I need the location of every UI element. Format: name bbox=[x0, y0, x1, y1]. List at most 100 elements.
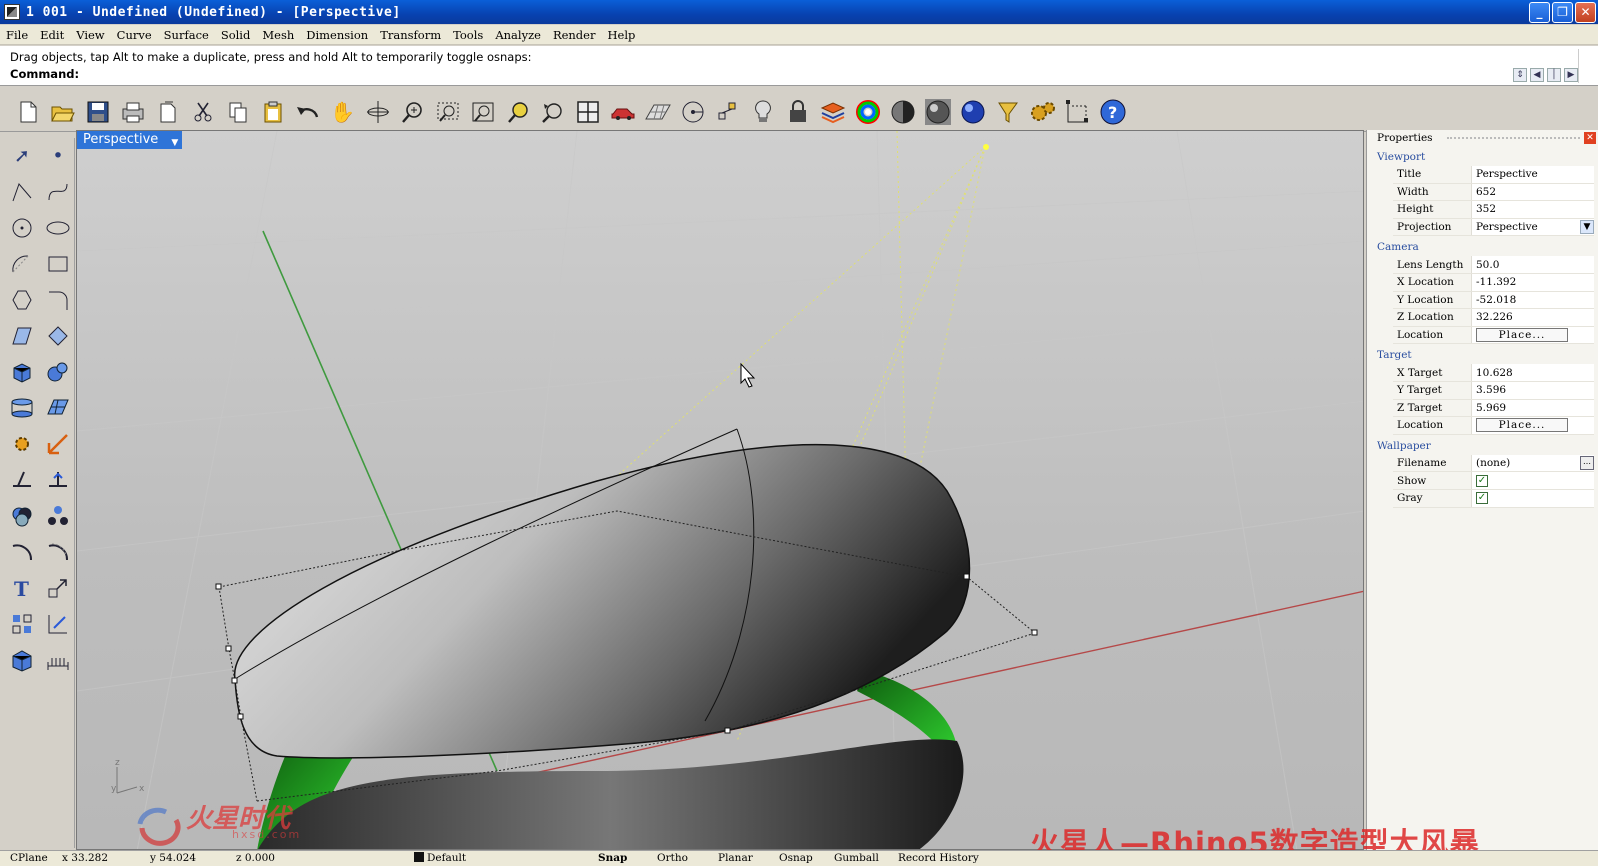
solid-box-icon[interactable] bbox=[4, 642, 40, 678]
menu-analyze[interactable]: Analyze bbox=[495, 28, 541, 42]
mesh-plane-icon[interactable] bbox=[40, 390, 76, 426]
offset-curve-icon[interactable] bbox=[4, 534, 40, 570]
viewport-canvas[interactable]: y z x bbox=[77, 131, 1364, 850]
command-scroll-icon[interactable]: │ bbox=[1547, 68, 1561, 82]
projection-select[interactable]: Perspective ▼ bbox=[1471, 218, 1594, 236]
zoom-extents-icon[interactable] bbox=[465, 95, 500, 129]
copy-icon[interactable] bbox=[220, 95, 255, 129]
blend-curve-icon[interactable] bbox=[40, 534, 76, 570]
prop-value-x-location[interactable]: -11.392 bbox=[1471, 273, 1594, 291]
light-point[interactable] bbox=[983, 144, 989, 150]
toggle-osnap[interactable]: Osnap bbox=[779, 852, 813, 864]
browse-button[interactable]: … bbox=[1580, 456, 1594, 471]
circles-array-icon[interactable] bbox=[40, 498, 76, 534]
chevron-down-icon[interactable]: ▼ bbox=[1580, 220, 1594, 235]
menu-tools[interactable]: Tools bbox=[453, 28, 483, 42]
menu-solid[interactable]: Solid bbox=[221, 28, 251, 42]
box-icon[interactable] bbox=[4, 354, 40, 390]
open-icon[interactable] bbox=[45, 95, 80, 129]
menu-view[interactable]: View bbox=[76, 28, 104, 42]
scale-icon[interactable] bbox=[40, 570, 76, 606]
spheres-icon[interactable] bbox=[40, 354, 76, 390]
print-icon[interactable] bbox=[115, 95, 150, 129]
extend-icon[interactable] bbox=[40, 426, 76, 462]
new-icon[interactable] bbox=[10, 95, 45, 129]
properties-close-icon[interactable]: ✕ bbox=[1584, 132, 1596, 144]
pan-icon[interactable]: ✋ bbox=[325, 95, 360, 129]
status-cplane[interactable]: CPlane bbox=[10, 852, 48, 864]
arc-icon[interactable] bbox=[4, 246, 40, 282]
rhino-app-icon[interactable] bbox=[4, 4, 20, 20]
render-sphere-icon[interactable] bbox=[920, 95, 955, 129]
blue-sphere-icon[interactable] bbox=[955, 95, 990, 129]
transform-icon[interactable] bbox=[40, 606, 76, 642]
prop-value-lens-length[interactable]: 50.0 bbox=[1471, 256, 1594, 273]
explode-icon[interactable] bbox=[4, 426, 40, 462]
target-place-button[interactable]: Place... bbox=[1476, 418, 1568, 433]
grid-icon[interactable] bbox=[640, 95, 675, 129]
toggle-ortho[interactable]: Ortho bbox=[657, 852, 688, 864]
dimension-icon[interactable] bbox=[1060, 95, 1095, 129]
command-next-icon[interactable]: ▶ bbox=[1564, 68, 1578, 82]
split-icon[interactable] bbox=[40, 462, 76, 498]
lock-icon[interactable] bbox=[780, 95, 815, 129]
paste-icon[interactable] bbox=[255, 95, 290, 129]
section-viewport[interactable]: Viewport bbox=[1367, 148, 1598, 166]
undo-view-icon[interactable] bbox=[535, 95, 570, 129]
prop-value-z-location[interactable]: 32.226 bbox=[1471, 309, 1594, 326]
gray-checkbox[interactable]: ✓ bbox=[1476, 492, 1488, 505]
zoom-window-icon[interactable] bbox=[430, 95, 465, 129]
mouse-shell-surface[interactable] bbox=[234, 444, 971, 759]
menu-edit[interactable]: Edit bbox=[40, 28, 64, 42]
toggle-snap[interactable]: Snap bbox=[598, 852, 627, 864]
curve-icon[interactable] bbox=[40, 174, 76, 210]
prop-value-height[interactable]: 352 bbox=[1471, 201, 1594, 218]
filter-icon[interactable] bbox=[990, 95, 1025, 129]
perspective-viewport[interactable]: y z x Perspective ▼ bbox=[76, 130, 1364, 850]
panel-grip[interactable] bbox=[1447, 137, 1580, 139]
show-checkbox[interactable]: ✓ bbox=[1476, 474, 1488, 487]
sweep-icon[interactable] bbox=[40, 318, 76, 354]
select-arrow-icon[interactable]: ➚ bbox=[4, 138, 40, 174]
zoom-icon[interactable] bbox=[395, 95, 430, 129]
prop-value-y-location[interactable]: -52.018 bbox=[1471, 291, 1594, 309]
section-camera[interactable]: Camera bbox=[1367, 238, 1598, 256]
point-icon[interactable] bbox=[710, 95, 745, 129]
car-icon[interactable] bbox=[605, 95, 640, 129]
polygon-icon[interactable] bbox=[4, 282, 40, 318]
four-viewports-icon[interactable] bbox=[570, 95, 605, 129]
menu-surface[interactable]: Surface bbox=[164, 28, 209, 42]
prop-value-z-target[interactable]: 5.969 bbox=[1471, 399, 1594, 417]
status-layer[interactable]: Default bbox=[414, 852, 466, 864]
menu-help[interactable]: Help bbox=[607, 28, 635, 42]
viewport-title-tab[interactable]: Perspective ▼ bbox=[77, 131, 183, 152]
light-icon[interactable] bbox=[745, 95, 780, 129]
command-prev-icon[interactable]: ◀ bbox=[1530, 68, 1544, 82]
rectangle-icon[interactable] bbox=[40, 246, 76, 282]
cut-icon[interactable] bbox=[185, 95, 220, 129]
text-icon[interactable]: T bbox=[4, 570, 40, 606]
menu-transform[interactable]: Transform bbox=[380, 28, 441, 42]
array-icon[interactable] bbox=[4, 606, 40, 642]
viewport-dropdown-icon[interactable]: ▼ bbox=[171, 134, 178, 152]
prop-value-y-target[interactable]: 3.596 bbox=[1471, 381, 1594, 399]
surface-grid-icon[interactable] bbox=[4, 318, 40, 354]
circle-tool-icon[interactable] bbox=[4, 210, 40, 246]
close-button[interactable]: ✕ bbox=[1575, 2, 1596, 23]
ellipse-icon[interactable] bbox=[40, 210, 76, 246]
zoom-selected-icon[interactable] bbox=[500, 95, 535, 129]
camera-place-button[interactable]: Place... bbox=[1476, 328, 1568, 343]
command-scrollbar[interactable] bbox=[1578, 49, 1592, 83]
help-icon[interactable]: ? bbox=[1095, 95, 1130, 129]
menu-mesh[interactable]: Mesh bbox=[262, 28, 294, 42]
minimize-button[interactable]: _ bbox=[1529, 2, 1550, 23]
toggle-record-history[interactable]: Record History bbox=[898, 852, 979, 864]
trim-icon[interactable] bbox=[4, 462, 40, 498]
prop-value-title[interactable]: Perspective bbox=[1471, 166, 1594, 183]
section-target[interactable]: Target bbox=[1367, 346, 1598, 364]
menu-file[interactable]: File bbox=[6, 28, 28, 42]
menu-render[interactable]: Render bbox=[553, 28, 596, 42]
circle-icon[interactable] bbox=[675, 95, 710, 129]
toggle-gumball[interactable]: Gumball bbox=[834, 852, 879, 864]
polyline-icon[interactable] bbox=[4, 174, 40, 210]
